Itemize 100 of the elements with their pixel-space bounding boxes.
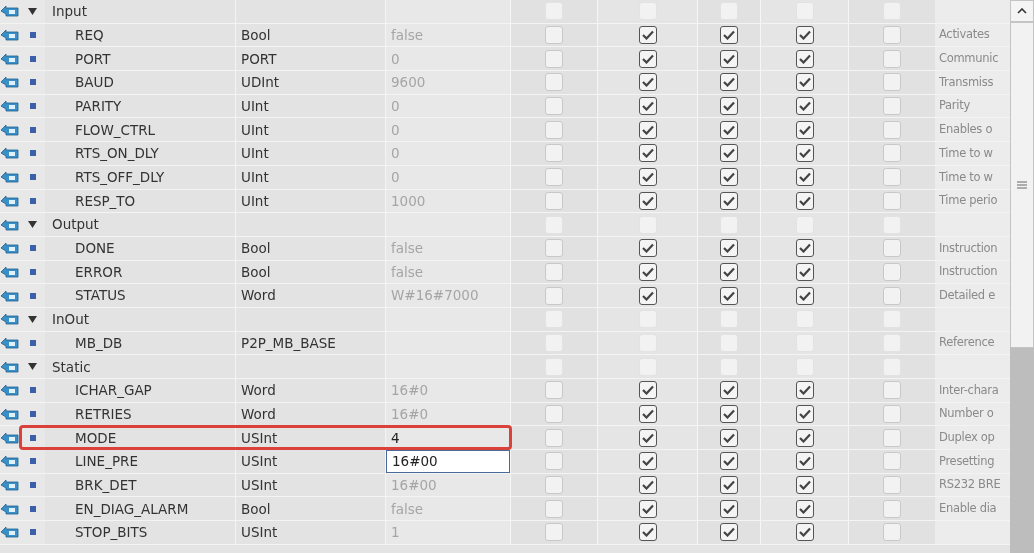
check-icon [641,148,654,159]
checkbox[interactable] [720,120,738,139]
checkbox[interactable] [795,523,814,542]
checkbox[interactable] [638,97,657,116]
checkbox[interactable] [720,476,738,495]
value-cell: 1 [385,521,510,544]
checkbox[interactable] [720,499,738,518]
interface-icon [1,218,19,231]
checkbox[interactable] [638,120,657,139]
check-icon [641,432,654,443]
checkbox[interactable] [638,144,657,163]
checkbox[interactable] [795,476,814,495]
bullet-icon [29,339,36,346]
check-icon [723,503,735,514]
expand-caret-icon[interactable] [28,315,37,323]
checkbox[interactable] [795,452,814,471]
checkbox[interactable] [795,499,814,518]
check-icon [723,527,735,538]
checkbox[interactable] [638,262,657,281]
expand-caret-icon[interactable] [28,363,37,371]
check-icon [798,480,811,491]
checkbox[interactable] [720,405,738,424]
checkbox[interactable] [720,97,738,116]
check-icon [798,432,811,443]
checkbox[interactable] [638,428,657,447]
checkbox[interactable] [638,191,657,210]
check-icon [641,480,654,491]
checkbox[interactable] [720,26,738,45]
checkbox[interactable] [638,286,657,305]
checkbox[interactable] [795,49,814,68]
checkbox[interactable] [795,239,814,258]
checkbox[interactable] [795,405,814,424]
checkbox[interactable] [638,381,657,400]
checkbox[interactable] [795,168,814,187]
check-icon [723,409,735,420]
checkbox[interactable] [720,191,738,210]
comment-cell: Reference [935,331,1010,355]
checkbox[interactable] [795,144,814,163]
check-icon [723,124,735,135]
checkbox[interactable] [720,452,738,471]
interface-icon [1,265,19,278]
comment-cell: Duplex op [935,426,1010,450]
checkbox[interactable] [638,239,657,258]
comment-cell: Detailed e [935,284,1010,307]
checkbox[interactable] [795,97,814,116]
checkbox[interactable] [720,428,738,447]
scrollbar[interactable] [1010,0,1034,553]
checkbox[interactable] [638,405,657,424]
checkbox[interactable] [795,286,814,305]
value-cell: 0 [385,47,510,71]
value-input[interactable]: 16#00 [386,450,510,473]
check-icon [641,290,654,301]
checkbox[interactable] [720,49,738,68]
interface-icon [1,431,19,444]
checkbox[interactable] [720,168,738,187]
check-icon [798,101,811,112]
scroll-up-button[interactable] [1010,0,1034,22]
expand-caret-icon[interactable] [28,7,37,15]
check-icon [798,409,811,420]
checkbox[interactable] [720,286,738,305]
comment-cell: Inter-chara [935,379,1010,402]
checkbox[interactable] [638,499,657,518]
check-icon [723,101,735,112]
value-cell: 0 [385,94,510,118]
checkbox[interactable] [720,144,738,163]
check-icon [798,385,811,396]
checkbox[interactable] [638,452,657,471]
checkbox[interactable] [638,26,657,45]
bullet-icon [29,32,36,39]
checkbox[interactable] [795,428,814,447]
comment-cell: Time to w [935,142,1010,165]
check-icon [798,53,811,64]
comment-cell: Number o [935,402,1010,426]
checkbox[interactable] [720,73,738,92]
checkbox[interactable] [795,262,814,281]
expand-caret-icon[interactable] [28,221,37,229]
checkbox[interactable] [795,191,814,210]
checkbox[interactable] [638,523,657,542]
checkbox[interactable] [638,73,657,92]
checkbox[interactable] [720,523,738,542]
scroll-thumb[interactable] [1010,22,1034,348]
checkbox[interactable] [638,476,657,495]
checkbox[interactable] [795,73,814,92]
checkbox[interactable] [720,239,738,258]
checkbox[interactable] [638,168,657,187]
value-cell: 1000 [385,189,510,213]
checkbox[interactable] [795,26,814,45]
checkbox[interactable] [795,120,814,139]
check-icon [798,172,811,183]
value-cell: false [385,497,510,521]
checkbox[interactable] [720,381,738,400]
checkbox[interactable] [638,49,657,68]
bullet-icon [29,458,36,465]
checkbox[interactable] [720,262,738,281]
bullet-icon [29,126,36,133]
check-icon [798,124,811,135]
comment-cell: Time to w [935,165,1010,189]
checkbox[interactable] [795,381,814,400]
bullet-icon [29,268,36,275]
interface-icon [1,502,19,515]
